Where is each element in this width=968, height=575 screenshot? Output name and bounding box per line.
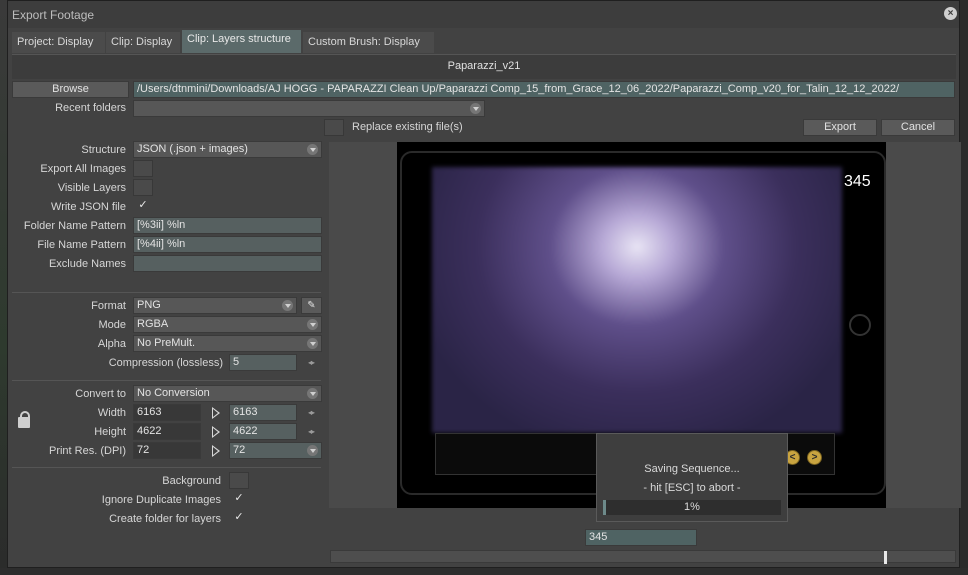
progress-percent: 1% <box>684 501 700 513</box>
folder-name-pattern-input[interactable]: [%3ii] %ln <box>133 217 322 234</box>
current-frame-input[interactable]: 345 <box>585 529 697 546</box>
recent-folders-label: Recent folders <box>55 102 126 114</box>
chevron-down-icon <box>307 338 318 349</box>
progress-title: Saving Sequence... <box>644 463 740 475</box>
write-json-checkbox[interactable]: ✓ <box>133 198 153 215</box>
print-res-target-value: 72 <box>233 444 246 456</box>
write-json-label: Write JSON file <box>51 201 126 213</box>
create-folder-checkbox[interactable]: ✓ <box>229 510 249 527</box>
print-res-target-select[interactable]: 72 <box>229 442 322 459</box>
section-divider <box>12 467 321 468</box>
cancel-button[interactable]: Cancel <box>881 119 955 136</box>
replace-existing-checkbox[interactable] <box>324 119 344 136</box>
tab-clip-layers-structure[interactable]: Clip: Layers structure <box>182 30 301 53</box>
structure-select[interactable]: JSON (.json + images) <box>133 141 322 158</box>
ignore-duplicate-images-checkbox[interactable]: ✓ <box>229 491 249 508</box>
file-name-pattern-input[interactable]: [%4ii] %ln <box>133 236 322 253</box>
replace-existing-label: Replace existing file(s) <box>352 121 463 133</box>
saving-progress-popup: Saving Sequence... - hit [ESC] to abort … <box>596 433 788 522</box>
format-value: PNG <box>137 299 161 311</box>
height-source-value: 4622 <box>133 423 201 440</box>
frame-number-overlay: 345 <box>844 173 871 190</box>
ignore-duplicate-images-label: Ignore Duplicate Images <box>101 494 221 506</box>
mode-select[interactable]: RGBA <box>133 316 322 333</box>
next-arrow-icon: > <box>807 450 822 465</box>
export-footage-dialog: Export Footage × Project: Display Clip: … <box>7 0 961 568</box>
width-label: Width <box>97 407 126 419</box>
print-res-source-value: 72 <box>133 442 201 459</box>
background-app-right <box>960 0 968 575</box>
background-app-bottom <box>0 568 968 575</box>
chevron-down-icon <box>282 300 293 311</box>
convert-to-value: No Conversion <box>137 387 210 399</box>
close-icon[interactable]: × <box>944 7 957 20</box>
exclude-names-label: Exclude Names <box>48 258 126 270</box>
compression-label: Compression (lossless) <box>108 357 223 369</box>
tab-custom-brush-display[interactable]: Custom Brush: Display <box>303 32 434 53</box>
browse-button[interactable]: Browse <box>12 81 129 98</box>
section-divider <box>12 380 321 381</box>
timeline-scrubber[interactable] <box>330 550 956 564</box>
folder-name-pattern-label: Folder Name Pattern <box>23 220 126 232</box>
chevron-down-icon <box>307 319 318 330</box>
dialog-title: Export Footage <box>12 8 95 22</box>
convert-to-label: Convert to <box>75 388 126 400</box>
format-options-icon[interactable]: ✎ <box>301 297 322 314</box>
arrow-right-icon <box>212 445 220 457</box>
export-button[interactable]: Export <box>803 119 877 136</box>
height-stepper-icon[interactable]: ◂▸ <box>304 426 318 437</box>
width-source-value: 6163 <box>133 404 201 421</box>
arrow-right-icon <box>212 407 220 419</box>
visible-layers-label: Visible Layers <box>57 182 126 194</box>
exclude-names-input[interactable] <box>133 255 322 272</box>
format-label: Format <box>91 300 126 312</box>
tablet-home-icon <box>849 314 871 336</box>
structure-label: Structure <box>81 144 126 156</box>
create-folder-label: Create folder for layers <box>109 513 221 525</box>
export-all-images-checkbox[interactable] <box>133 160 153 177</box>
convert-to-select[interactable]: No Conversion <box>133 385 322 402</box>
background-color-swatch[interactable] <box>229 472 249 489</box>
height-target-input[interactable]: 4622 <box>229 423 297 440</box>
background-label: Background <box>162 475 221 487</box>
mode-label: Mode <box>98 319 126 331</box>
background-app-left <box>0 0 7 575</box>
progress-hint: - hit [ESC] to abort - <box>643 482 741 494</box>
section-divider <box>12 292 321 293</box>
alpha-label: Alpha <box>97 338 126 350</box>
width-stepper-icon[interactable]: ◂▸ <box>304 407 318 418</box>
tab-clip-display[interactable]: Clip: Display <box>106 32 180 53</box>
timeline-playhead[interactable] <box>884 551 887 564</box>
alpha-value: No PreMult. <box>137 337 196 349</box>
chevron-down-icon <box>307 388 318 399</box>
structure-value: JSON (.json + images) <box>137 143 248 155</box>
chevron-down-icon <box>307 445 318 456</box>
width-target-input[interactable]: 6163 <box>229 404 297 421</box>
project-name-bar: Paparazzi_v21 <box>12 54 956 79</box>
height-label: Height <box>94 426 126 438</box>
export-all-images-label: Export All Images <box>40 163 126 175</box>
alpha-select[interactable]: No PreMult. <box>133 335 322 352</box>
print-res-label: Print Res. (DPI) <box>48 445 126 457</box>
chevron-down-icon <box>307 144 318 155</box>
recent-folders-select[interactable] <box>133 100 485 117</box>
format-select[interactable]: PNG <box>133 297 297 314</box>
progress-bar: 1% <box>603 500 781 515</box>
preview-image <box>432 167 842 433</box>
file-name-pattern-label: File Name Pattern <box>37 239 126 251</box>
visible-layers-checkbox[interactable] <box>133 179 153 196</box>
arrow-right-icon <box>212 426 220 438</box>
chevron-down-icon <box>470 103 481 114</box>
export-path-field[interactable]: /Users/dtnmini/Downloads/AJ HOGG - PAPAR… <box>133 81 955 98</box>
mode-value: RGBA <box>137 318 169 330</box>
tab-project-display[interactable]: Project: Display <box>12 32 105 53</box>
compression-stepper-icon[interactable]: ◂▸ <box>304 357 318 368</box>
dialog-titlebar[interactable]: Export Footage × <box>8 1 959 28</box>
compression-input[interactable]: 5 <box>229 354 297 371</box>
